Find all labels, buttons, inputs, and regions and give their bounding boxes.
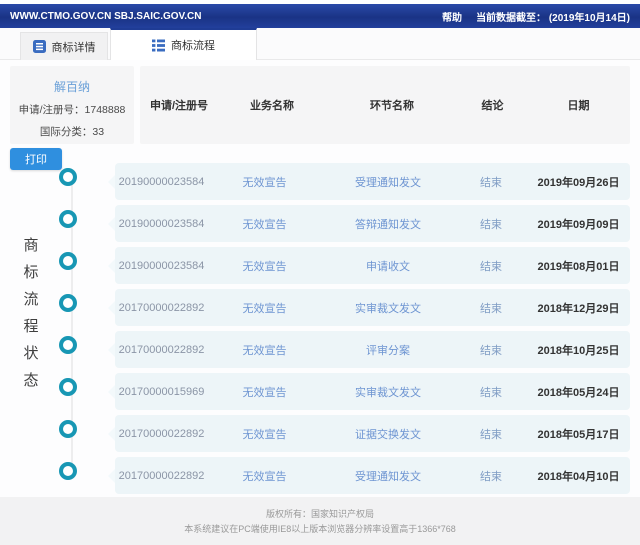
table-row: 20170000022892 无效宣告 受理通知发文 结束 2018年04月10… <box>0 457 640 494</box>
footer-browser-notice: 本系统建议在PC端使用IE8以上版本浏览器分辨率设置高于1366*768 <box>184 524 456 534</box>
column-header-reg-no: 申请/注册号 <box>149 100 209 112</box>
tab-trademark-details[interactable]: 商标详情 <box>20 32 108 60</box>
cell-date: 2019年09月09日 <box>537 218 620 231</box>
cell-step: 受理通知发文 <box>355 470 421 483</box>
cell-reg-no: 20190000023584 <box>118 175 205 188</box>
cell-business: 无效宣告 <box>242 218 287 231</box>
timeline-node-icon <box>59 210 77 228</box>
process-row-card: 20170000022892 无效宣告 受理通知发文 结束 2018年04月10… <box>115 457 630 494</box>
tab-label: 商标流程 <box>171 40 215 52</box>
cell-date: 2018年10月25日 <box>537 344 620 357</box>
cell-conclusion: 结束 <box>480 302 502 315</box>
table-header-row: 申请/注册号 业务名称 环节名称 结论 日期 <box>140 66 630 144</box>
cell-conclusion: 结束 <box>480 386 502 399</box>
column-header-business: 业务名称 <box>250 100 294 112</box>
cell-reg-no: 20190000023584 <box>118 217 205 230</box>
cell-date: 2019年09月26日 <box>537 176 620 189</box>
cell-conclusion: 结束 <box>480 176 502 189</box>
table-row: 20170000022892 无效宣告 评审分案 结束 2018年10月25日 <box>0 331 640 368</box>
cell-step: 评审分案 <box>366 344 410 357</box>
process-row-card: 20170000015969 无效宣告 实审裁文发文 结束 2018年05月24… <box>115 373 630 410</box>
trademark-process-page: WWW.CTMO.GOV.CN SBJ.SAIC.GOV.CN 帮助 当前数据截… <box>0 0 640 545</box>
timeline-node-icon <box>59 462 77 480</box>
data-cutoff-label: 当前数据截至： (2019年10月14日) <box>476 12 630 24</box>
cell-date: 2018年05月24日 <box>537 386 620 399</box>
timeline-node-icon <box>59 378 77 396</box>
tab-label: 商标详情 <box>51 41 96 54</box>
process-row-card: 20170000022892 无效宣告 实审裁文发文 结束 2018年12月29… <box>115 289 630 326</box>
table-row: 20190000023584 无效宣告 答辩通知发文 结束 2019年09月09… <box>0 205 640 242</box>
cell-business: 无效宣告 <box>242 302 287 315</box>
cell-conclusion: 结束 <box>480 470 502 483</box>
help-link[interactable]: 帮助 <box>442 9 462 24</box>
timeline-node-icon <box>59 420 77 438</box>
column-header-step: 环节名称 <box>370 100 414 112</box>
process-list-icon <box>152 39 165 51</box>
footer-copyright: 版权所有：国家知识产权局 <box>265 509 374 519</box>
cell-reg-no: 20170000022892 <box>118 343 205 356</box>
trademark-intl-class: 国际分类：33 <box>39 126 105 138</box>
cell-step: 实审裁文发文 <box>355 302 421 315</box>
cell-date: 2019年08月01日 <box>537 260 620 273</box>
table-row: 20170000022892 无效宣告 证据交换发文 结束 2018年05月17… <box>0 415 640 452</box>
site-domains: WWW.CTMO.GOV.CN SBJ.SAIC.GOV.CN <box>10 10 202 22</box>
cell-step: 受理通知发文 <box>355 176 421 189</box>
timeline-node-icon <box>59 252 77 270</box>
trademark-info-card: 解百纳 申请/注册号：1748888 国际分类：33 <box>10 66 134 144</box>
trademark-name: 解百纳 <box>53 80 90 94</box>
cell-conclusion: 结束 <box>480 260 502 273</box>
details-document-icon <box>32 40 46 53</box>
cell-conclusion: 结束 <box>480 428 502 441</box>
cell-reg-no: 20170000022892 <box>118 427 205 440</box>
cell-step: 实审裁文发文 <box>355 386 421 399</box>
cell-business: 无效宣告 <box>242 386 287 399</box>
tab-strip: 商标详情 商标流程 <box>0 28 640 60</box>
column-header-conclusion: 结论 <box>481 100 504 112</box>
cell-date: 2018年04月10日 <box>537 470 620 483</box>
cell-conclusion: 结束 <box>480 218 502 231</box>
cell-reg-no: 20190000023584 <box>118 259 205 272</box>
cell-business: 无效宣告 <box>242 344 287 357</box>
cell-date: 2018年05月17日 <box>537 428 620 441</box>
tab-trademark-process[interactable]: 商标流程 <box>110 28 257 60</box>
table-row: 20170000022892 无效宣告 实审裁文发文 结束 2018年12月29… <box>0 289 640 326</box>
cell-business: 无效宣告 <box>242 176 287 189</box>
main-content: 解百纳 申请/注册号：1748888 国际分类：33 申请/注册号 业务名称 环… <box>0 60 640 497</box>
cell-business: 无效宣告 <box>242 470 287 483</box>
process-row-card: 20190000023584 无效宣告 受理通知发文 结束 2019年09月26… <box>115 163 630 200</box>
process-timeline: 20190000023584 无效宣告 受理通知发文 结束 2019年09月26… <box>0 163 640 499</box>
page-footer: 版权所有：国家知识产权局 本系统建议在PC端使用IE8以上版本浏览器分辨率设置高… <box>0 497 640 545</box>
table-row: 20190000023584 无效宣告 受理通知发文 结束 2019年09月26… <box>0 163 640 200</box>
process-row-card: 20170000022892 无效宣告 证据交换发文 结束 2018年05月17… <box>115 415 630 452</box>
cell-conclusion: 结束 <box>480 344 502 357</box>
process-row-card: 20190000023584 无效宣告 申请收文 结束 2019年08月01日 <box>115 247 630 284</box>
cell-business: 无效宣告 <box>242 260 287 273</box>
timeline-node-icon <box>59 294 77 312</box>
cell-step: 申请收文 <box>366 260 410 273</box>
cell-business: 无效宣告 <box>242 428 287 441</box>
process-row-card: 20190000023584 无效宣告 答辩通知发文 结束 2019年09月09… <box>115 205 630 242</box>
column-header-date: 日期 <box>567 100 590 112</box>
cell-reg-no: 20170000022892 <box>118 301 205 314</box>
timeline-node-icon <box>59 168 77 186</box>
cell-reg-no: 20170000015969 <box>118 385 205 398</box>
cell-date: 2018年12月29日 <box>537 302 620 315</box>
cell-reg-no: 20170000022892 <box>118 469 205 482</box>
cell-step: 答辩通知发文 <box>355 218 421 231</box>
cell-step: 证据交换发文 <box>355 428 421 441</box>
trademark-reg-no: 申请/注册号：1748888 <box>18 104 126 116</box>
timeline-node-icon <box>59 336 77 354</box>
table-row: 20190000023584 无效宣告 申请收文 结束 2019年08月01日 <box>0 247 640 284</box>
process-row-card: 20170000022892 无效宣告 评审分案 结束 2018年10月25日 <box>115 331 630 368</box>
table-row: 20170000015969 无效宣告 实审裁文发文 结束 2018年05月24… <box>0 373 640 410</box>
top-bar: WWW.CTMO.GOV.CN SBJ.SAIC.GOV.CN 帮助 当前数据截… <box>0 4 640 28</box>
